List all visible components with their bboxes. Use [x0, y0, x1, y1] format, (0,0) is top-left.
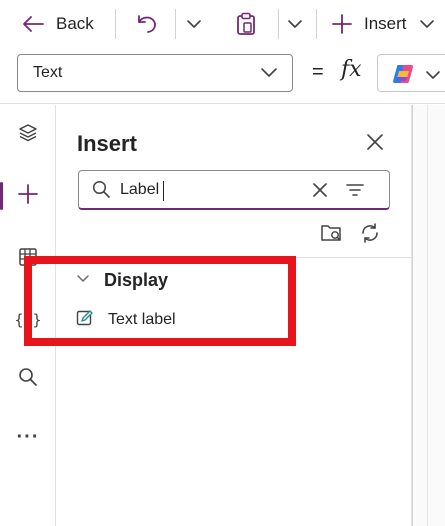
fx-icon[interactable]: fx — [341, 57, 362, 82]
toolbar-divider — [115, 9, 116, 39]
toolbar-divider — [316, 9, 317, 39]
paste-button[interactable] — [235, 0, 257, 48]
more-icon: ··· — [16, 426, 40, 448]
back-arrow-icon — [22, 15, 44, 33]
plus-icon — [17, 183, 39, 210]
close-icon — [366, 133, 384, 156]
back-button[interactable]: Back — [22, 0, 94, 48]
search-icon — [92, 180, 111, 204]
highlight-annotation — [24, 256, 296, 346]
clear-search-button[interactable] — [311, 181, 329, 204]
insert-button[interactable]: Insert — [332, 0, 435, 48]
paste-dropdown-button[interactable] — [287, 0, 303, 48]
open-folder-button[interactable] — [320, 222, 344, 249]
clipboard-icon — [235, 12, 257, 36]
search-input[interactable] — [120, 179, 300, 201]
chevron-down-icon — [419, 19, 435, 29]
formula-bar: Text = fx — [0, 48, 445, 104]
refresh-button[interactable] — [359, 222, 381, 249]
toolbar-divider — [175, 9, 176, 39]
layers-icon — [18, 123, 38, 148]
chevron-down-icon — [186, 19, 202, 29]
undo-icon — [136, 14, 158, 34]
search-box — [78, 170, 390, 210]
copilot-icon — [392, 63, 416, 90]
plus-icon — [332, 14, 352, 34]
property-selector[interactable]: Text — [17, 54, 293, 92]
close-pane-button[interactable] — [363, 132, 387, 156]
rail-item-more[interactable]: ··· — [0, 415, 56, 459]
canvas-edge-scrollbar[interactable] — [412, 105, 445, 526]
chevron-down-icon — [287, 19, 303, 29]
pane-title: Insert — [77, 131, 137, 156]
property-value: Text — [33, 64, 63, 81]
back-label: Back — [56, 14, 94, 33]
filter-button[interactable] — [345, 181, 365, 204]
copilot-button[interactable] — [377, 54, 445, 92]
rail-item-insert[interactable] — [0, 174, 56, 218]
text-caret — [163, 181, 164, 201]
equals-sign: = — [312, 61, 324, 83]
undo-dropdown-button[interactable] — [186, 0, 202, 48]
undo-button[interactable] — [136, 0, 158, 48]
toolbar: Back Insert — [0, 0, 445, 48]
rail-item-tree-view[interactable] — [0, 113, 56, 157]
chevron-down-icon — [260, 66, 278, 84]
search-icon — [18, 367, 38, 392]
rail-item-search[interactable] — [0, 357, 56, 401]
insert-label: Insert — [364, 14, 407, 33]
chevron-down-icon — [425, 67, 441, 85]
toolbar-divider — [278, 9, 279, 39]
